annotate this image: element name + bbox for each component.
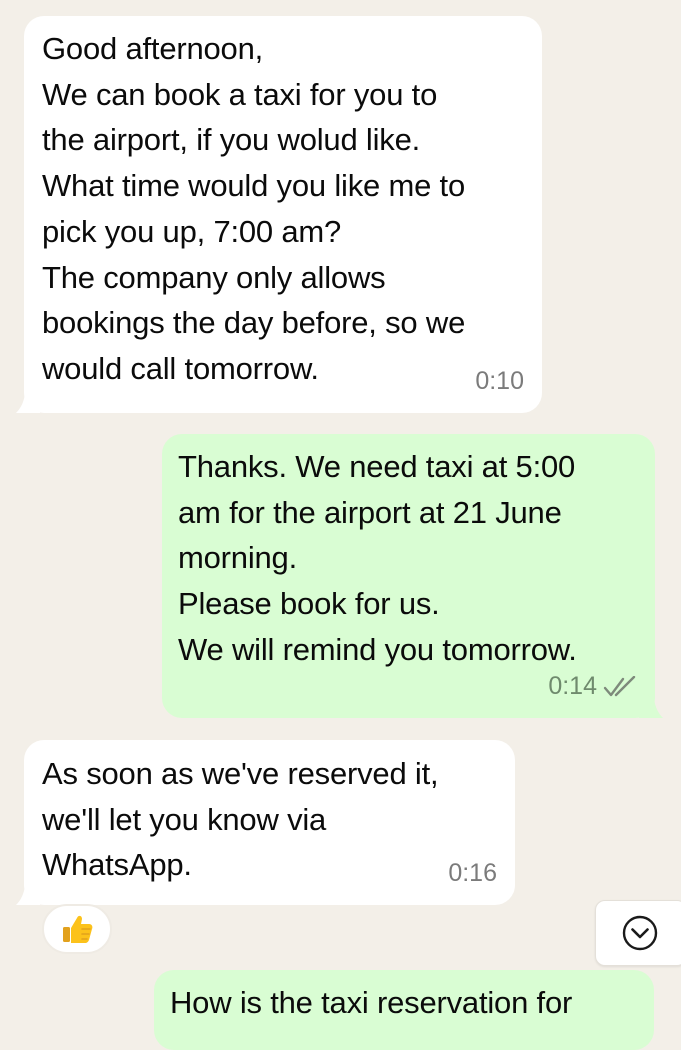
message-time: 0:14 [548,672,597,701]
outgoing-message[interactable]: Thanks. We need taxi at 5:00 am for the … [162,434,663,718]
bubble-tail [16,879,40,905]
bubble-tail [639,692,663,718]
message-text: How is the taxi reservation for [170,985,573,1020]
message-text: As soon as we've reserved it, we'll let … [42,756,439,883]
message-time: 0:10 [475,367,524,396]
chat-view: Good afternoon, We can book a taxi for y… [0,0,681,1050]
scroll-to-bottom-button[interactable] [595,900,681,966]
incoming-message[interactable]: Good afternoon, We can book a taxi for y… [16,16,542,413]
chevron-down-circle-icon [622,915,658,951]
double-check-read-icon [603,676,636,697]
message-time: 0:16 [448,859,497,888]
message-text: Good afternoon, We can book a taxi for y… [42,31,466,386]
message-reaction[interactable] [42,904,112,954]
message-meta: 0:14 [548,664,637,710]
message-text: Thanks. We need taxi at 5:00 am for the … [178,449,577,667]
incoming-message[interactable]: As soon as we've reserved it, we'll let … [16,740,515,905]
outgoing-message[interactable]: How is the taxi reservation for [154,970,654,1050]
message-meta: 0:10 [475,359,524,405]
thumbs-up-icon [63,915,93,943]
bubble-tail [16,387,40,413]
message-meta: 0:16 [448,851,497,897]
